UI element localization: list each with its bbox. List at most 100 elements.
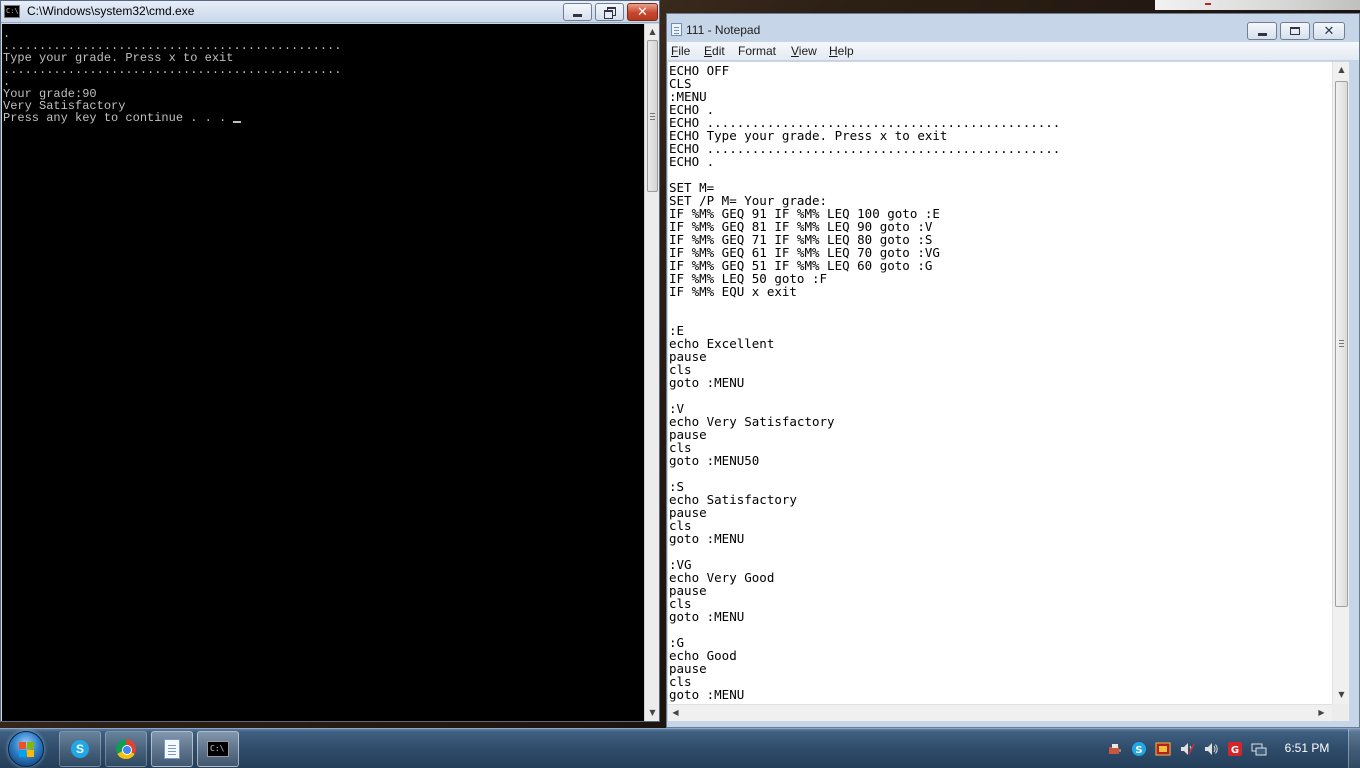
show-desktop-button[interactable] xyxy=(1348,729,1360,768)
notepad-window-icon[interactable] xyxy=(671,23,682,36)
code-line: CLS xyxy=(669,76,692,91)
notepad-close-button[interactable]: ✕ xyxy=(1313,22,1345,40)
cmd-console[interactable]: . ......................................… xyxy=(2,24,644,721)
cmd-line: ........................................… xyxy=(3,63,342,77)
scroll-down-arrow-icon[interactable]: ▼ xyxy=(1334,687,1349,702)
scroll-up-arrow-icon[interactable]: ▲ xyxy=(645,24,660,39)
svg-text:S: S xyxy=(1135,745,1142,756)
text-cursor xyxy=(233,121,242,123)
grip-line xyxy=(650,116,655,117)
scroll-up-arrow-icon[interactable]: ▲ xyxy=(1334,62,1349,77)
minimize-icon xyxy=(573,13,582,17)
taskbar-notepad-button[interactable] xyxy=(151,731,193,767)
menu-view[interactable]: View xyxy=(791,44,817,58)
code-line: goto :MENU xyxy=(669,531,745,546)
menu-help[interactable]: Help xyxy=(829,44,854,58)
windows-logo-icon xyxy=(19,742,35,758)
background-window-edge xyxy=(1155,0,1360,10)
tray-network-icon[interactable] xyxy=(1251,741,1267,757)
code-line: goto :MENU xyxy=(669,609,745,624)
start-button[interactable] xyxy=(8,731,44,767)
code-line: pause xyxy=(669,505,707,520)
minimize-icon xyxy=(1257,32,1267,36)
tray-network-tool-icon[interactable] xyxy=(1107,741,1123,757)
system-clock[interactable]: 6:51 PM xyxy=(1272,741,1342,755)
cmd-window-icon[interactable]: C:\ xyxy=(4,5,20,18)
taskbar-cmd-button[interactable]: C:\ xyxy=(197,731,239,767)
code-line: pause xyxy=(669,349,707,364)
grip-line xyxy=(1339,343,1344,344)
scrollbar-corner xyxy=(1332,704,1349,721)
cmd-vertical-scrollbar[interactable]: ▲ ▼ xyxy=(644,24,659,721)
menu-view-accelerator: V xyxy=(791,44,799,58)
svg-text:G: G xyxy=(1231,745,1239,756)
code-line: echo Very Good xyxy=(669,570,775,585)
taskbar-skype-button[interactable]: S xyxy=(59,731,101,767)
code-line: echo Excellent xyxy=(669,336,775,351)
menu-format-label: Format xyxy=(738,44,777,58)
notepad-titlebar[interactable]: 111 - Notepad ✕ xyxy=(667,14,1359,42)
logo-quadrant xyxy=(19,750,26,757)
logo-quadrant xyxy=(19,742,26,749)
close-icon: ✕ xyxy=(637,4,648,20)
scroll-down-arrow-icon[interactable]: ▼ xyxy=(645,705,660,720)
skype-icon: S xyxy=(71,740,89,758)
tray-app-icon[interactable] xyxy=(1155,741,1171,757)
cmd-restore-button[interactable] xyxy=(595,3,624,21)
code-line: pause xyxy=(669,427,707,442)
logo-quadrant xyxy=(27,742,34,749)
restore-icon xyxy=(604,7,616,19)
scrollbar-thumb[interactable] xyxy=(1335,81,1348,607)
code-line: IF %M% EQU x exit xyxy=(669,284,797,299)
notepad-menubar: File Edit Format View Help xyxy=(667,42,1359,61)
cmd-titlebar[interactable]: C:\ C:\Windows\system32\cmd.exe ✕ xyxy=(1,1,659,23)
notepad-minimize-button[interactable] xyxy=(1247,22,1277,40)
chrome-icon xyxy=(116,739,136,759)
notepad-text-area[interactable]: ECHO OFF CLS:MENU ECHO . ECHO .............… xyxy=(668,62,1332,704)
red-mark xyxy=(1205,3,1211,5)
cmd-icon: C:\ xyxy=(207,741,229,757)
menu-format[interactable]: Format xyxy=(738,44,776,58)
tray-skype-icon[interactable]: S xyxy=(1131,741,1147,757)
code-line: ECHO OFF xyxy=(669,63,730,78)
taskbar: S C:\ S G 6:51 PM xyxy=(0,728,1360,768)
cmd-output: . ......................................… xyxy=(3,28,341,124)
tray-volume-icon[interactable] xyxy=(1203,741,1219,757)
cmd-window-title: C:\Windows\system32\cmd.exe xyxy=(27,4,195,18)
menu-help-accelerator: H xyxy=(829,44,838,58)
tray-security-icon[interactable]: G xyxy=(1227,741,1243,757)
notepad-icon xyxy=(164,739,180,759)
cmd-prompt-text: Press any key to continue . . . xyxy=(3,111,234,125)
code-line: pause xyxy=(669,583,707,598)
notepad-vertical-scrollbar[interactable]: ▲ ▼ xyxy=(1332,62,1349,704)
menu-edit[interactable]: Edit xyxy=(704,44,725,58)
scroll-left-arrow-icon[interactable]: ◀ xyxy=(668,705,683,720)
grip-line xyxy=(650,113,655,114)
scrollbar-thumb[interactable] xyxy=(647,40,658,192)
menu-file-label: ile xyxy=(678,44,691,58)
code-line: goto :MENU50 xyxy=(669,453,760,468)
notepad-horizontal-scrollbar[interactable]: ◀ ▶ xyxy=(668,704,1332,721)
grip-line xyxy=(650,119,655,120)
cmd-close-button[interactable]: ✕ xyxy=(627,3,658,21)
menu-file[interactable]: File xyxy=(671,44,690,58)
code-line: echo Satisfactory xyxy=(669,492,797,507)
grip-line xyxy=(1339,340,1344,341)
tray-speaker-icon[interactable] xyxy=(1179,741,1195,757)
cmd-window: C:\ C:\Windows\system32\cmd.exe ✕ . ....… xyxy=(0,0,660,722)
code-line: goto :MENU xyxy=(669,375,745,390)
scroll-right-arrow-icon[interactable]: ▶ xyxy=(1314,705,1329,720)
menu-view-label: iew xyxy=(798,44,817,58)
cmd-minimize-button[interactable] xyxy=(563,3,592,21)
notepad-maximize-button[interactable] xyxy=(1280,22,1310,40)
code-line: ECHO ...................................… xyxy=(669,141,1061,156)
taskbar-chrome-button[interactable] xyxy=(105,731,147,767)
logo-quadrant xyxy=(27,750,34,757)
menu-help-label: elp xyxy=(837,44,854,58)
